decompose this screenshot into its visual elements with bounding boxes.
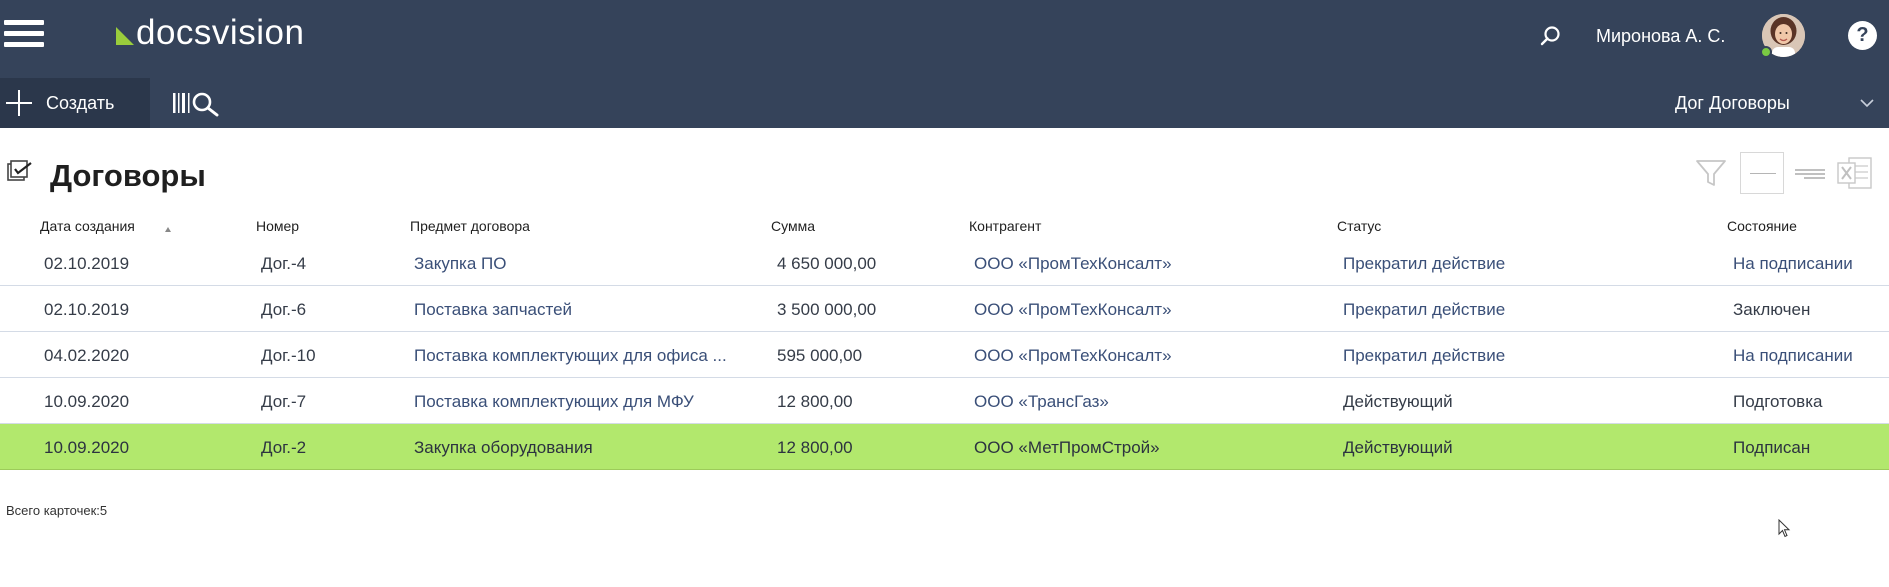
contracts-table: Дата создания Номер Предмет договора Сум… [0, 206, 1889, 470]
checklist-icon [6, 160, 36, 188]
chevron-down-icon[interactable] [1856, 92, 1878, 114]
cell-counterparty: ООО «ПромТехКонсалт» [974, 346, 1172, 365]
mouse-cursor-icon [1778, 518, 1792, 539]
column-header-counterparty[interactable]: Контрагент [969, 218, 1041, 234]
cell-date: 04.02.2020 [44, 346, 130, 365]
list-view-icon[interactable] [1792, 152, 1828, 194]
cell-status: Прекратил действие [1343, 300, 1506, 319]
cell-amount: 3 500 000,00 [777, 300, 877, 319]
table-row[interactable]: 02.10.2019 Дог.-4 Закупка ПО 4 650 000,0… [0, 240, 1889, 286]
search-icon[interactable] [1538, 23, 1564, 49]
column-header-amount[interactable]: Сумма [771, 218, 815, 234]
cell-amount: 12 800,00 [777, 392, 853, 411]
cell-status: Прекратил действие [1343, 254, 1506, 273]
online-status-indicator [1760, 46, 1772, 58]
header-main-row: docsvision Миронова А. С. ? [0, 0, 1889, 70]
cell-subject: Закупка оборудования [414, 438, 593, 457]
card-count-label: Всего карточек:5 [6, 503, 108, 518]
cell-state: Заключен [1733, 300, 1811, 319]
cell-amount: 12 800,00 [777, 438, 853, 457]
cell-counterparty: ООО «МетПромСтрой» [974, 438, 1160, 457]
cell-subject: Поставка запчастей [414, 300, 573, 319]
logo-mark-icon [116, 27, 134, 45]
cell-number: Дог.-10 [261, 346, 316, 365]
help-button[interactable]: ? [1848, 21, 1877, 50]
logo-text: docsvision [136, 13, 305, 52]
column-header-number[interactable]: Номер [256, 218, 299, 234]
folder-selector-label[interactable]: Дог Договоры [1675, 92, 1790, 114]
cell-subject: Поставка комплектующих для офиса ... [414, 346, 727, 365]
cell-subject: Поставка комплектующих для МФУ [414, 392, 694, 411]
cell-number: Дог.-4 [261, 254, 307, 273]
excel-icon[interactable] [1835, 152, 1875, 194]
collapse-button[interactable] [1740, 152, 1784, 194]
column-header-state[interactable]: Состояние [1727, 218, 1797, 234]
current-user-name[interactable]: Миронова А. С. [1596, 24, 1725, 48]
column-header-status[interactable]: Статус [1337, 218, 1381, 234]
sort-ascending-icon[interactable] [163, 222, 173, 232]
app-logo[interactable]: docsvision [116, 13, 304, 53]
cell-status: Прекратил действие [1343, 346, 1506, 365]
column-header-subject[interactable]: Предмет договора [410, 218, 530, 234]
cell-status: Действующий [1343, 438, 1453, 457]
cell-date: 02.10.2019 [44, 300, 130, 319]
create-button[interactable]: Создать [0, 78, 150, 128]
cell-subject: Закупка ПО [414, 254, 507, 273]
cell-state: На подписании [1733, 346, 1853, 365]
cell-amount: 595 000,00 [777, 346, 863, 365]
create-button-label: Создать [46, 92, 115, 113]
toolbar: Создать Дог Договоры [0, 78, 1889, 128]
cell-counterparty: ООО «ПромТехКонсалт» [974, 254, 1172, 273]
table-row[interactable]: 10.09.2020 Дог.-7 Поставка комплектующих… [0, 378, 1889, 424]
page-title: Договоры [50, 158, 206, 193]
cell-date: 10.09.2020 [44, 438, 130, 457]
filter-icon[interactable] [1692, 152, 1730, 194]
cell-amount: 4 650 000,00 [777, 254, 877, 273]
cell-state: На подписании [1733, 254, 1853, 273]
cell-state: Подготовка [1733, 392, 1823, 411]
cell-counterparty: ООО «ПромТехКонсалт» [974, 300, 1172, 319]
table-row-selected[interactable]: 10.09.2020 Дог.-2 Закупка оборудования 1… [0, 424, 1889, 470]
cell-status: Действующий [1343, 392, 1453, 411]
cell-number: Дог.-7 [261, 392, 307, 411]
cell-number: Дог.-6 [261, 300, 307, 319]
table-row[interactable]: 02.10.2019 Дог.-6 Поставка запчастей 3 5… [0, 286, 1889, 332]
barcode-search-icon[interactable] [172, 88, 226, 118]
cell-counterparty: ООО «ТрансГаз» [974, 392, 1109, 411]
cell-date: 10.09.2020 [44, 392, 130, 411]
hamburger-menu-icon[interactable] [4, 20, 44, 48]
table-header: Дата создания Номер Предмет договора Сум… [0, 206, 1889, 240]
column-header-date[interactable]: Дата создания [40, 218, 135, 234]
table-row[interactable]: 04.02.2020 Дог.-10 Поставка комплектующи… [0, 332, 1889, 378]
plus-icon [6, 90, 32, 116]
cell-number: Дог.-2 [261, 438, 307, 457]
cell-date: 02.10.2019 [44, 254, 130, 273]
app-header: docsvision Миронова А. С. ? Создать Дог … [0, 0, 1889, 128]
cell-state: Подписан [1733, 438, 1811, 457]
